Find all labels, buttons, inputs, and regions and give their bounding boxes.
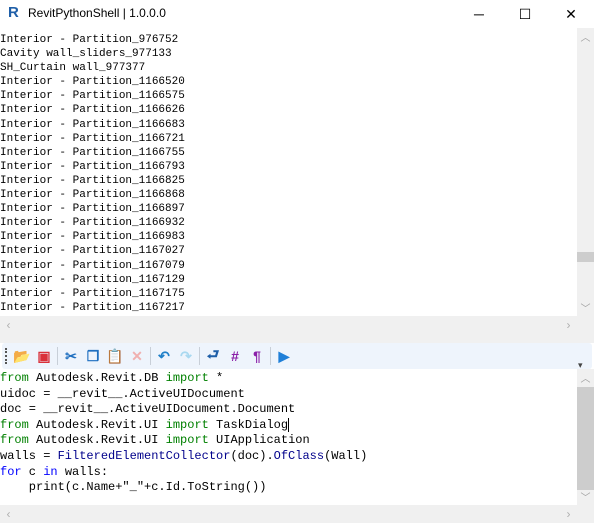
code-token: Autodesk.Revit.DB — [28, 371, 166, 385]
text-cursor — [288, 417, 290, 432]
code-line: doc = __revit__.ActiveUIDocument.Documen… — [0, 402, 577, 418]
paste-icon[interactable]: 📋 — [104, 346, 126, 366]
code-token: import — [165, 371, 209, 385]
toolbar-separator — [150, 347, 151, 365]
output-horizontal-scrollbar[interactable]: ‹ › — [0, 316, 594, 333]
toolbar-grip[interactable] — [5, 348, 9, 364]
redo-icon[interactable]: ↷ — [175, 346, 197, 366]
output-line: Interior - Partition_1166793 — [0, 160, 185, 173]
code-line: from Autodesk.Revit.UI import UIApplicat… — [0, 433, 577, 449]
close-button[interactable]: ✕ — [548, 0, 594, 28]
scroll-left-icon[interactable]: ‹ — [0, 316, 17, 333]
scroll-right-icon[interactable]: › — [560, 316, 577, 333]
output-line: Interior - Partition_1166520 — [0, 76, 185, 89]
code-token: OfClass — [273, 448, 325, 463]
output-line: Interior - Partition_1166868 — [0, 189, 185, 202]
line-numbers-icon[interactable]: # — [224, 346, 246, 366]
code-token: import — [165, 433, 209, 448]
word-wrap-icon[interactable]: ⮐ — [202, 346, 224, 366]
code-token: * — [208, 371, 224, 385]
window-title: RevitPythonShell | 1.0.0.0 — [28, 6, 166, 20]
code-token: import — [165, 417, 209, 432]
output-line: Interior - Partition_1167079 — [0, 259, 185, 272]
code-line: walls = FilteredElementCollector(doc).Of… — [0, 449, 577, 465]
output-line: Interior - Partition_1166825 — [0, 174, 185, 187]
output-line: Interior - Partition_1166932 — [0, 217, 185, 230]
output-vertical-scrollbar[interactable]: ︿ ﹀ — [577, 28, 594, 316]
delete-icon[interactable]: ✕ — [126, 346, 148, 366]
code-token: Autodesk.Revit.UI — [28, 417, 166, 432]
output-line: Interior - Partition_1166721 — [0, 132, 185, 145]
output-line: Interior - Partition_1166683 — [0, 118, 185, 131]
code-token: FilteredElementCollector — [57, 448, 231, 463]
code-token: c — [21, 464, 44, 479]
run-icon[interactable]: ▶ — [273, 346, 295, 366]
code-line: from Autodesk.Revit.UI import TaskDialog — [0, 417, 577, 434]
undo-icon[interactable]: ↶ — [153, 346, 175, 366]
output-line: SH_Curtain wall_977377 — [0, 62, 146, 75]
cut-icon[interactable]: ✂ — [60, 346, 82, 366]
output-line: Interior - Partition_1167217 — [0, 301, 185, 314]
code-token: walls = — [0, 448, 58, 463]
code-token: from — [0, 371, 29, 385]
code-token: (Wall) — [324, 448, 368, 463]
scroll-left-icon[interactable]: ‹ — [0, 505, 17, 522]
output-line: Interior - Partition_1167027 — [0, 245, 185, 258]
output-console[interactable]: Interior - Partition_976752 Cavity wall_s… — [0, 28, 577, 316]
scroll-right-icon[interactable]: › — [560, 505, 577, 522]
code-token: walls: — [57, 464, 109, 479]
toolbar-separator — [270, 347, 271, 365]
code-token: doc = __revit__.ActiveUIDocument.Documen… — [0, 402, 296, 417]
code-token: print(c.Name+"_"+c.Id.ToString()) — [0, 480, 267, 495]
copy-icon[interactable]: ❐ — [82, 346, 104, 366]
maximize-button[interactable]: ☐ — [502, 0, 548, 28]
code-token: UIApplication — [208, 433, 310, 448]
scrollbar-thumb[interactable] — [577, 252, 594, 262]
revit-r-icon: R — [8, 4, 19, 21]
editor-toolbar: 📂 ▣ ✂ ❐ 📋 ✕ ↶ ↷ ⮐ # ¶ ▶ — [2, 343, 592, 369]
output-line: Interior - Partition_1167129 — [0, 273, 185, 286]
output-line: Interior - Partition_1166897 — [0, 203, 185, 216]
minimize-button[interactable]: ─ — [456, 0, 502, 28]
code-token: uidoc = __revit__.ActiveUIDocument — [0, 386, 245, 401]
code-line: for c in walls: — [0, 465, 577, 481]
save-icon[interactable]: ▣ — [33, 346, 55, 366]
toolbar-separator — [57, 347, 58, 365]
splitter[interactable] — [0, 333, 594, 343]
code-line: uidoc = __revit__.ActiveUIDocument — [0, 387, 577, 403]
open-icon[interactable]: 📂 — [11, 346, 33, 366]
code-token: Autodesk.Revit.UI — [28, 433, 166, 448]
scrollbar-thumb[interactable] — [577, 387, 594, 490]
output-line: Interior - Partition_1166755 — [0, 146, 185, 159]
code-token: in — [43, 464, 58, 479]
output-line: Interior - Partition_1166626 — [0, 104, 185, 117]
output-line: Interior - Partition_1166983 — [0, 231, 185, 244]
code-token: for — [0, 464, 22, 479]
editor-vertical-scrollbar[interactable]: ︿ ﹀ — [577, 369, 594, 505]
output-line: Interior - Partition_1166575 — [0, 90, 185, 103]
scroll-down-icon[interactable]: ﹀ — [577, 299, 594, 316]
code-token: TaskDialog — [208, 417, 289, 432]
code-line: print(c.Name+"_"+c.Id.ToString()) — [0, 480, 577, 496]
output-line: Cavity wall_sliders_977133 — [0, 48, 172, 61]
show-whitespace-icon[interactable]: ¶ — [246, 346, 268, 366]
output-line: Interior - Partition_976752 — [0, 34, 179, 46]
scroll-up-icon[interactable]: ︿ — [577, 369, 594, 386]
code-line: from Autodesk.Revit.DB import * — [0, 371, 577, 387]
scroll-down-icon[interactable]: ﹀ — [577, 488, 594, 505]
code-token: (doc). — [230, 448, 274, 463]
output-line: Interior - Partition_1167175 — [0, 287, 185, 300]
title-bar: R RevitPythonShell | 1.0.0.0 ─ ☐ ✕ — [0, 0, 594, 28]
scroll-up-icon[interactable]: ︿ — [577, 28, 594, 45]
code-token: from — [0, 417, 29, 432]
code-token: from — [0, 433, 29, 448]
toolbar-separator — [199, 347, 200, 365]
editor-horizontal-scrollbar[interactable]: ‹ › — [0, 505, 594, 523]
code-editor[interactable]: from Autodesk.Revit.DB import * uidoc = _… — [0, 369, 577, 505]
